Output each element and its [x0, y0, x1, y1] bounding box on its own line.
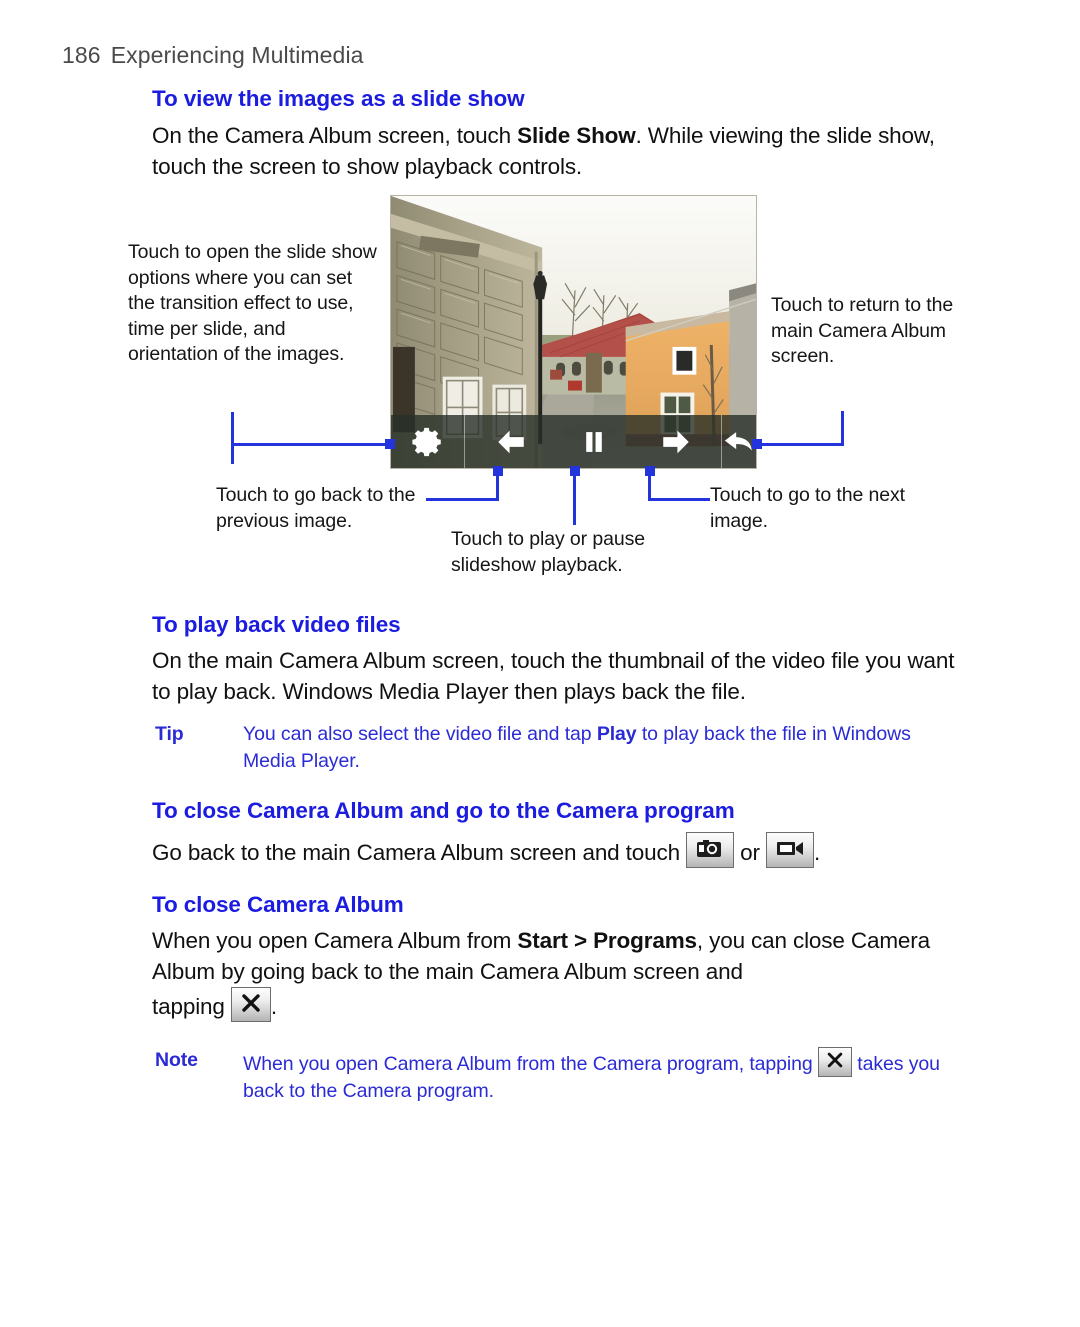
leader-next-vertical — [648, 470, 651, 500]
slideshow-body: On the Camera Album screen, touch Slide … — [152, 120, 952, 182]
leader-play-vertical — [573, 470, 576, 525]
close-x-icon — [827, 1052, 843, 1068]
leader-back-vertical — [841, 411, 844, 446]
note-text: When you open Camera Album from the Came… — [243, 1047, 955, 1105]
pause-icon — [585, 431, 602, 452]
close-album-tapping-row: tapping . — [152, 987, 277, 1022]
video-body-line1: On the main Camera Album screen, touch t… — [152, 648, 860, 673]
page-number: 186 — [62, 42, 101, 68]
tapping-period: . — [270, 994, 277, 1019]
leader-settings-endpoint — [385, 439, 395, 449]
close-album-body: When you open Camera Album from Start > … — [152, 925, 962, 987]
camera-button[interactable] — [686, 832, 735, 868]
camcorder-button[interactable] — [765, 832, 814, 868]
callout-previous: Touch to go back to the previous image. — [216, 484, 416, 532]
close-album-line1-part2: , you can close — [696, 928, 845, 953]
slideshow-body-part1: On the Camera Album screen, touch — [152, 123, 518, 148]
video-body: On the main Camera Album screen, touch t… — [152, 645, 962, 707]
close-x-icon — [242, 994, 260, 1012]
leader-previous-vertical — [496, 470, 499, 500]
previous-image-button[interactable] — [465, 415, 556, 468]
arrow-left-icon — [498, 430, 524, 453]
heading-view-slideshow: To view the images as a slide show — [152, 86, 525, 111]
leader-next-horizontal — [648, 498, 710, 501]
slide-show-bold: Slide Show — [517, 123, 636, 148]
close-album-line1-part1: When you open Camera Album from — [152, 928, 518, 953]
close-goto-text-part3: . — [813, 840, 821, 865]
back-arrow-icon — [724, 431, 752, 450]
note-block: Note When you open Camera Album from the… — [155, 1047, 955, 1105]
note-text-part1: When you open Camera Album from the Came… — [243, 1053, 818, 1075]
note-label: Note — [155, 1049, 198, 1071]
close-goto-text-part2: or — [734, 840, 766, 865]
leader-settings-vertical — [231, 412, 234, 464]
callout-settings: Touch to open the slide show options whe… — [128, 241, 377, 365]
callout-next: Touch to go to the next image. — [710, 484, 906, 532]
arrow-right-icon — [663, 430, 689, 453]
tip-text-part2: to play back the file in — [636, 723, 827, 745]
note-close-button[interactable] — [817, 1047, 852, 1077]
play-bold: Play — [596, 723, 637, 745]
start-programs-bold: Start > Programs — [517, 928, 697, 953]
running-title: Experiencing Multimedia — [110, 42, 364, 68]
next-image-button[interactable] — [631, 415, 722, 468]
back-to-album-button[interactable] — [722, 415, 756, 468]
slideshow-body-part2: . While viewing the slide — [635, 123, 873, 148]
slideshow-screenshot — [390, 195, 757, 469]
gear-icon — [412, 427, 441, 456]
close-album-button[interactable] — [230, 987, 271, 1022]
callout-back: Touch to return to the main Camera Album… — [771, 294, 954, 367]
close-goto-text-part1: Go back to the main Camera Album screen … — [152, 840, 687, 865]
heading-close-album: To close Camera Album — [152, 892, 404, 917]
leader-previous-horizontal — [426, 498, 499, 501]
callout-play-pause: Touch to play or pause slideshow playbac… — [451, 528, 646, 576]
leader-back-horizontal — [758, 443, 844, 446]
tip-text: You can also select the video file and t… — [243, 721, 945, 775]
playback-control-bar — [391, 415, 756, 468]
page-header: 186 Experiencing Multimedia — [62, 42, 364, 69]
play-pause-button[interactable] — [557, 415, 631, 468]
leader-settings-horizontal — [231, 443, 393, 446]
tapping-text: tapping — [152, 994, 231, 1019]
heading-play-video: To play back video files — [152, 612, 401, 637]
camcorder-icon — [776, 842, 803, 855]
heading-close-goto-camera: To close Camera Album and go to the Came… — [152, 798, 735, 823]
close-goto-camera-body: Go back to the main Camera Album screen … — [152, 832, 820, 868]
tip-block: Tip You can also select the video file a… — [155, 721, 945, 775]
slideshow-settings-button[interactable] — [391, 415, 466, 468]
tip-label: Tip — [155, 723, 184, 745]
camera-icon — [697, 840, 722, 857]
tip-text-part1: You can also select the video file and t… — [243, 723, 597, 745]
